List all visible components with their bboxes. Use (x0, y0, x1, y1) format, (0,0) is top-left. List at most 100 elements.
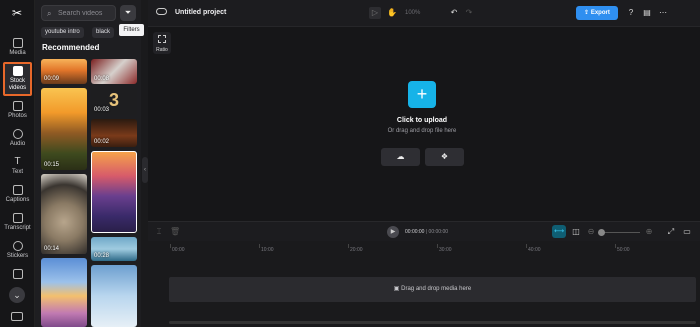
ruler-label: 50:00 (617, 247, 630, 253)
video-thumbnail[interactable]: 00:02 (91, 119, 137, 147)
fit-timeline-icon[interactable]: ⤢ (666, 227, 676, 237)
upload-title[interactable]: Click to upload (378, 117, 466, 124)
redo-icon[interactable]: ↷ (463, 7, 475, 19)
ruler-tick (348, 244, 349, 248)
timeline-toolbar: ⌶ 🗑 ▶ 00:00:00 | 00:00:00 ⟷ ◫ ⊖ ⊕ ⤢ ▭ (148, 221, 700, 241)
video-thumbnail[interactable]: 00:09 (41, 59, 87, 84)
capcut-logo-icon[interactable]: ✂ (9, 6, 25, 20)
ruler-label: 20:00 (350, 247, 363, 253)
ratio-button[interactable]: Ratio (153, 32, 171, 54)
export-button[interactable]: ⇪ Export (576, 6, 618, 20)
zoom-level[interactable]: 100% (405, 10, 420, 16)
plus-icon: + (416, 84, 428, 104)
ratio-icon (158, 35, 166, 43)
text-icon: T (14, 156, 21, 167)
duration-label: 00:15 (44, 162, 60, 168)
chip-black[interactable]: black (92, 27, 115, 38)
play-icon: ▶ (390, 229, 396, 235)
split-icon[interactable]: ⌶ (154, 227, 164, 237)
photos-icon (12, 101, 23, 111)
media-dropzone[interactable]: ▣ Drag and drop media here (169, 277, 696, 302)
nav-item-label: Media (9, 50, 26, 56)
stock-videos-icon (12, 66, 23, 76)
delete-icon[interactable]: 🗑 (170, 227, 180, 237)
nav-item-transcript[interactable]: Transcript (3, 213, 32, 232)
nav-item-label: Audio (9, 141, 26, 147)
timeline: 00:00 10:00 20:00 30:00 40:00 50:00 ▣ Dr… (148, 241, 700, 327)
video-thumbnail[interactable]: 00:15 (41, 88, 87, 170)
top-bar: Untitled project ▷ ✋ 100% ↶ ↷ ⇪ Export ?… (148, 0, 700, 27)
video-thumbnail[interactable]: 00:14 (41, 174, 87, 254)
undo-icon[interactable]: ↶ (448, 7, 460, 19)
timecode: 00:00:00 | 00:00:00 (405, 229, 449, 235)
video-thumbnail[interactable] (91, 151, 137, 233)
split-screen-icon[interactable]: ◫ (571, 227, 581, 237)
video-thumbnail[interactable] (91, 265, 137, 327)
play-button[interactable]: ▶ (387, 226, 399, 238)
filter-icon: ⏷ (124, 8, 132, 17)
video-thumbnail[interactable] (41, 258, 87, 327)
filters-button[interactable]: ⏷ (120, 5, 136, 21)
duration-label: 00:14 (44, 246, 60, 252)
zoom-out-icon[interactable]: ⊖ (586, 227, 596, 237)
nav-item-label: Text (11, 169, 23, 175)
zoom-in-icon[interactable]: ⊕ (644, 227, 654, 237)
search-box: ⌕ (41, 5, 116, 21)
timeline-scrollbar[interactable] (169, 321, 696, 324)
export-label: Export (590, 10, 610, 16)
cloud-icon[interactable] (156, 8, 167, 15)
ruler-tick (170, 244, 171, 248)
dropzone-text: Drag and drop media here (401, 286, 472, 292)
nav-more-button[interactable]: ⌄ (9, 287, 25, 303)
dropzone-label: ▣ Drag and drop media here (169, 285, 696, 292)
export-icon: ⇪ (584, 10, 591, 16)
ruler-label: 40:00 (528, 247, 541, 253)
nav-item-text[interactable]: T Text (3, 157, 32, 176)
left-nav: ✂ Media Stock videos Photos Audio T Text… (0, 0, 35, 327)
video-thumbnail[interactable]: 3 00:03 (91, 88, 137, 115)
nav-item-label: Transcript (4, 225, 31, 231)
duration-label: 00:08 (94, 76, 110, 82)
search-icon: ⌕ (47, 9, 52, 18)
more-options-icon[interactable]: ⋯ (658, 8, 668, 18)
ruler-tick (259, 244, 260, 248)
duration-label: 00:02 (94, 139, 110, 145)
ruler-label: 00:00 (172, 247, 185, 253)
total-time: 00:00:00 (428, 229, 449, 235)
nav-item-audio[interactable]: Audio (3, 129, 32, 148)
ruler-label: 10:00 (261, 247, 274, 253)
ruler-tick (526, 244, 527, 248)
duration-label: 00:09 (44, 76, 60, 82)
keyboard-icon[interactable] (11, 312, 23, 321)
media-icon (12, 38, 23, 48)
nav-item-captions[interactable]: Captions (3, 185, 32, 204)
snap-toggle-icon[interactable]: ⟷ (552, 225, 566, 238)
cloud-upload-button[interactable]: ☁ (381, 148, 420, 166)
nav-item-media[interactable]: Media (3, 38, 32, 57)
hand-tool-icon[interactable]: ✋ (386, 7, 398, 19)
dropbox-button[interactable]: ❖ (425, 148, 464, 166)
search-input[interactable] (58, 8, 114, 19)
ruler-tick (615, 244, 616, 248)
video-thumbnail[interactable]: 00:28 (91, 237, 137, 261)
nav-item-stock-videos[interactable]: Stock videos (3, 62, 32, 96)
keyboard-shortcuts-icon[interactable]: ▤ (642, 8, 652, 18)
nav-item-stickers[interactable]: Stickers (3, 241, 32, 260)
nav-item-effects[interactable] (3, 269, 32, 281)
help-icon[interactable]: ? (626, 8, 636, 18)
ruler-tick (437, 244, 438, 248)
duration-label: 00:28 (94, 253, 110, 259)
timeline-zoom-knob[interactable] (598, 229, 605, 236)
chip-youtube-intro[interactable]: youtube intro (41, 27, 84, 38)
number-three-graphic: 3 (109, 90, 120, 110)
video-thumbnail[interactable]: 00:08 (91, 59, 137, 84)
stickers-icon (12, 241, 23, 251)
cloud-upload-icon: ☁ (396, 152, 405, 161)
filters-tooltip: Filters (119, 24, 144, 36)
select-tool-icon[interactable]: ▷ (369, 7, 381, 19)
upload-button[interactable]: + (408, 81, 436, 108)
nav-item-label: Captions (5, 197, 30, 203)
nav-item-photos[interactable]: Photos (3, 101, 32, 120)
feedback-icon[interactable]: ▭ (682, 227, 692, 237)
project-title[interactable]: Untitled project (175, 9, 226, 16)
